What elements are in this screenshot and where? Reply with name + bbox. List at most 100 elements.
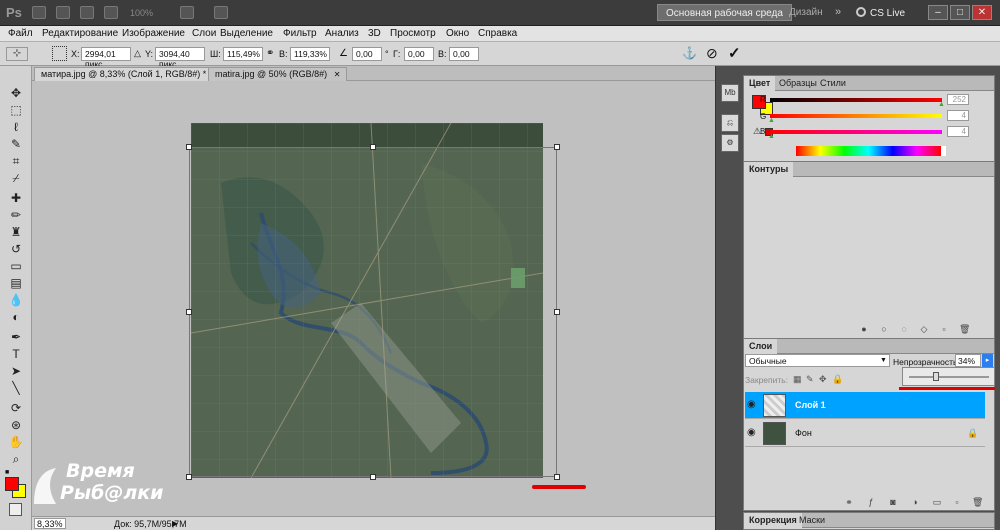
relative-position-icon[interactable]: △ (134, 48, 141, 59)
more-workspaces-chevron-icon[interactable]: » (835, 6, 841, 18)
3d-orbit-tool-icon[interactable]: ⊛ (8, 418, 24, 432)
history-brush-tool-icon[interactable]: ↺ (8, 242, 24, 256)
new-group-icon[interactable]: ▭ (932, 497, 942, 507)
close-button[interactable]: ✕ (972, 5, 992, 20)
eraser-tool-icon[interactable]: ▭ (8, 259, 24, 273)
cancel-transform-icon[interactable]: ⊘ (706, 45, 718, 62)
menu-edit[interactable]: Редактирование (42, 28, 118, 39)
lasso-tool-icon[interactable]: ℓ (8, 120, 24, 134)
layer-thumbnail[interactable] (763, 394, 786, 417)
minibridge-icon[interactable] (56, 6, 70, 19)
vskew-field[interactable]: 0,00 (449, 47, 479, 61)
lock-pixels-icon[interactable]: ✎ (806, 374, 814, 385)
transform-handle[interactable] (370, 474, 376, 480)
commit-transform-icon[interactable]: ✓ (728, 44, 741, 62)
hand-view-icon[interactable] (104, 6, 118, 19)
r-slider-thumb[interactable]: ▲ (938, 101, 945, 108)
tab-color[interactable]: Цвет (744, 76, 776, 91)
type-tool-icon[interactable]: T (8, 347, 24, 361)
visibility-eye-icon[interactable]: ◉ (747, 400, 759, 410)
g-slider[interactable] (770, 114, 942, 118)
move-tool-icon[interactable]: ✥ (8, 86, 24, 100)
path-selection-tool-icon[interactable]: ➤ (8, 364, 24, 378)
gradient-tool-icon[interactable]: ▤ (8, 276, 24, 290)
menu-select[interactable]: Выделение (220, 28, 273, 39)
canvas-area[interactable] (32, 81, 715, 516)
layer-mask-icon[interactable]: ◙ (888, 497, 898, 507)
zoom-tool-icon[interactable]: ⌕ (8, 452, 24, 466)
tab-document-1[interactable]: матира.jpg @ 8,33% (Слой 1, RGB/8#) * ✕ (34, 67, 227, 81)
clone-stamp-tool-icon[interactable]: ♜ (8, 225, 24, 239)
opacity-slider-track[interactable] (909, 376, 989, 378)
eyedropper-tool-icon[interactable]: ⌿ (8, 171, 24, 185)
pen-tool-icon[interactable]: ✒ (8, 330, 24, 344)
menu-filter[interactable]: Фильтр (283, 28, 317, 39)
g-value-field[interactable]: 4 (947, 110, 969, 121)
opacity-field[interactable]: 34% (955, 354, 981, 367)
3d-rotate-tool-icon[interactable]: ⟳ (8, 401, 24, 415)
menu-file[interactable]: Файл (8, 28, 33, 39)
blend-mode-chevron-icon[interactable]: ▼ (880, 357, 887, 364)
visibility-eye-icon[interactable]: ◉ (747, 428, 759, 438)
reference-point-icon[interactable] (52, 46, 67, 61)
tool-preset-icon[interactable]: ⊹ (6, 47, 28, 61)
blend-mode-select[interactable]: Обычные (745, 354, 890, 367)
hand-tool-icon[interactable]: ✋ (8, 435, 24, 449)
zoom-level[interactable]: 100% (130, 8, 153, 18)
new-path-icon[interactable]: ▫ (939, 324, 949, 334)
marquee-tool-icon[interactable]: ⬚ (8, 103, 24, 117)
transform-handle[interactable] (186, 309, 192, 315)
transform-handle[interactable] (554, 144, 560, 150)
menu-image[interactable]: Изображение (122, 28, 185, 39)
new-layer-icon[interactable]: ▫ (952, 497, 962, 507)
arrange-documents-icon[interactable] (180, 6, 194, 19)
bridge-icon[interactable] (32, 6, 46, 19)
screen-mode-icon[interactable] (214, 6, 228, 19)
view-extras-icon[interactable] (80, 6, 94, 19)
fill-path-icon[interactable]: ● (859, 324, 869, 334)
r-value-field[interactable]: 252 (947, 94, 969, 105)
layer-name[interactable]: Слой 1 (795, 400, 826, 410)
menu-window[interactable]: Окно (446, 28, 469, 39)
menu-help[interactable]: Справка (478, 28, 517, 39)
maximize-button[interactable]: □ (950, 5, 970, 20)
status-arrow-icon[interactable]: ▶ (172, 519, 178, 528)
width-field[interactable]: 115,49% (223, 47, 263, 61)
layer-row-selected[interactable]: ◉ Слой 1 (745, 392, 985, 419)
height-field[interactable]: 119,33% (290, 47, 330, 61)
tab-close-icon[interactable]: ✕ (334, 70, 341, 79)
menu-view[interactable]: Просмотр (390, 28, 436, 39)
layer-thumbnail[interactable] (763, 422, 786, 445)
tab-paths[interactable]: Контуры (744, 162, 794, 177)
link-layers-icon[interactable]: ⚭ (844, 497, 854, 507)
menu-analysis[interactable]: Анализ (325, 28, 359, 39)
transform-bounding-box[interactable] (189, 147, 557, 477)
healing-brush-tool-icon[interactable]: ✚ (8, 191, 24, 205)
crop-tool-icon[interactable]: ⌗ (8, 154, 24, 168)
lock-all-icon[interactable]: 🔒 (832, 374, 843, 385)
status-zoom-field[interactable]: 8,33% (34, 518, 66, 529)
color-spectrum-bar[interactable] (796, 146, 941, 156)
menu-layers[interactable]: Слои (192, 28, 216, 39)
workspace-design-button[interactable]: Дизайн (781, 4, 831, 21)
g-slider-thumb[interactable]: ▲ (768, 117, 775, 124)
blur-tool-icon[interactable]: 💧 (8, 293, 24, 307)
stroke-path-icon[interactable]: ○ (879, 324, 889, 334)
transform-handle[interactable] (554, 309, 560, 315)
spectrum-white-swatch[interactable] (941, 146, 946, 156)
quick-select-tool-icon[interactable]: ✎ (8, 137, 24, 151)
hskew-field[interactable]: 0,00 (404, 47, 434, 61)
lock-position-icon[interactable]: ✥ (819, 374, 827, 385)
quick-mask-icon[interactable] (9, 503, 22, 516)
cs-live-button[interactable]: CS Live (870, 8, 905, 19)
b-value-field[interactable]: 4 (947, 126, 969, 137)
tab-masks[interactable]: Маски (794, 513, 830, 528)
delete-layer-icon[interactable]: 🗑 (972, 497, 983, 507)
load-selection-icon[interactable]: ◌ (899, 324, 909, 334)
foreground-color-swatch[interactable] (5, 477, 19, 491)
minimize-button[interactable]: – (928, 5, 948, 20)
history-panel-icon[interactable]: ⎌ (721, 114, 739, 132)
line-tool-icon[interactable]: ╲ (8, 381, 24, 395)
transform-handle[interactable] (186, 144, 192, 150)
dodge-tool-icon[interactable]: ◐ (8, 310, 24, 324)
